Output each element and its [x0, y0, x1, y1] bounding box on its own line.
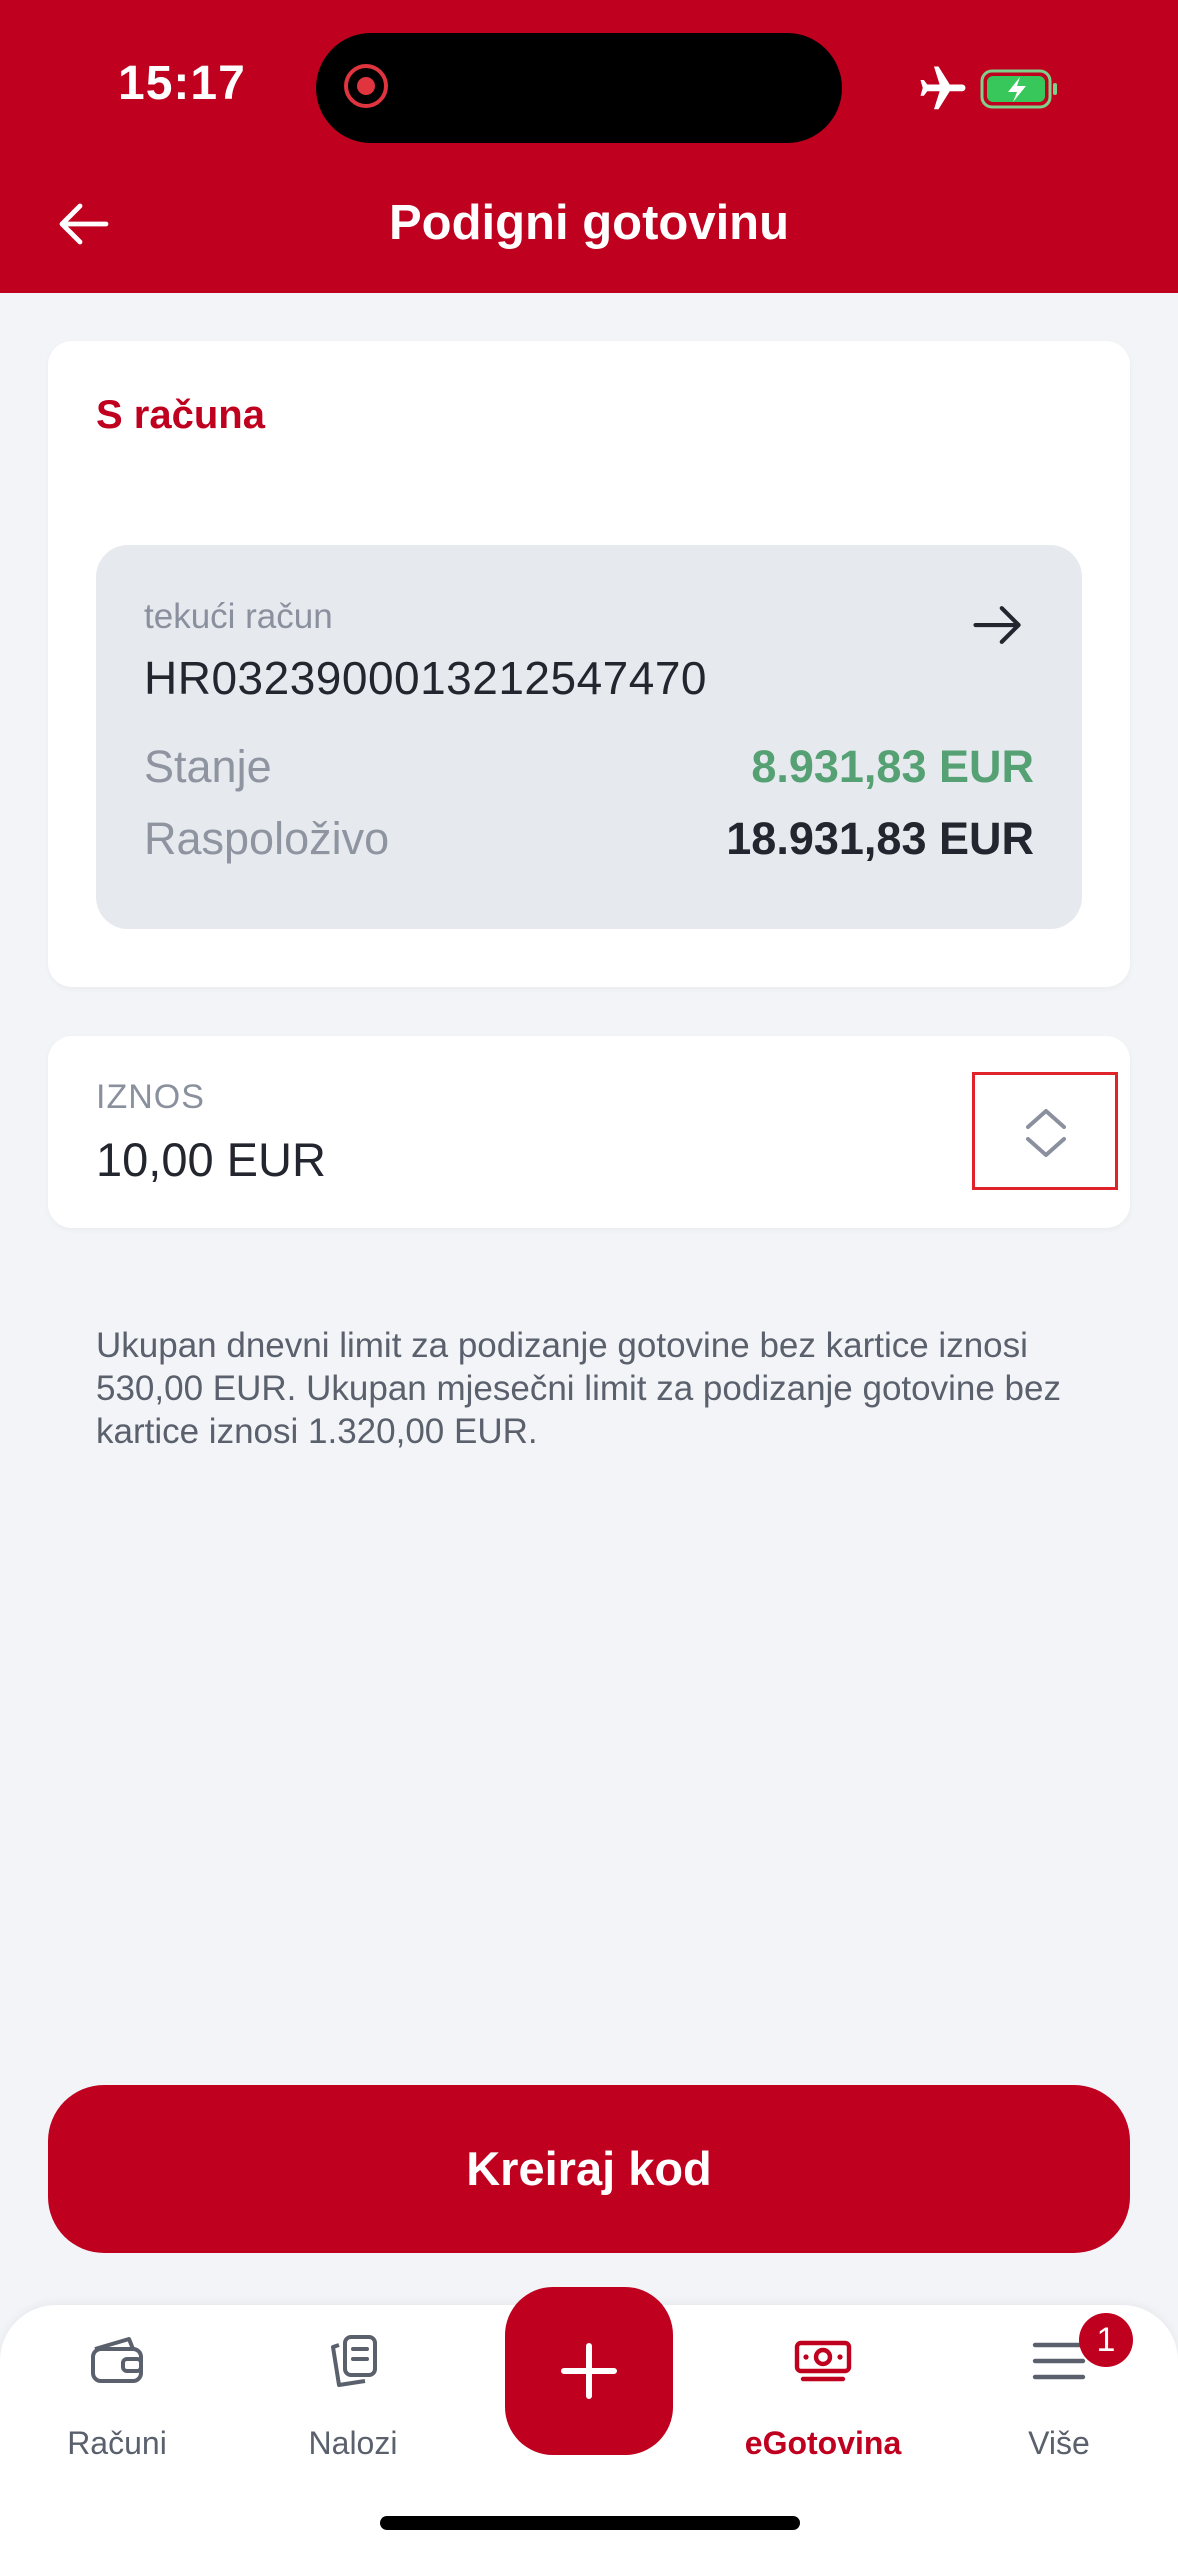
balance-label: Stanje — [144, 741, 272, 792]
tab-label: Nalozi — [308, 2425, 398, 2461]
screen-recording-icon — [344, 64, 388, 108]
create-code-button[interactable]: Kreiraj kod — [48, 2085, 1130, 2253]
amount-value[interactable]: 10,00 EUR — [96, 1132, 326, 1187]
account-selector[interactable]: tekući račun HR0323900013212547470 Stanj… — [96, 545, 1082, 929]
add-button[interactable] — [505, 2287, 673, 2455]
amount-card[interactable]: IZNOS 10,00 EUR — [48, 1036, 1130, 1228]
section-title: S računa — [96, 393, 265, 437]
page-title: Podigni gotovinu — [388, 196, 790, 250]
chevron-up-down-icon — [1026, 1109, 1066, 1157]
account-type: tekući račun — [144, 597, 333, 636]
plus-icon — [561, 2343, 617, 2399]
notification-badge: 1 — [1079, 2313, 1133, 2367]
airplane-mode-icon — [920, 66, 966, 110]
cash-icon — [794, 2340, 852, 2382]
tab-label: Više — [1028, 2425, 1090, 2461]
tab-label: eGotovina — [744, 2425, 902, 2461]
documents-icon — [331, 2335, 377, 2387]
tab-label: Računi — [67, 2425, 167, 2461]
available-label: Raspoloživo — [144, 813, 390, 864]
wallet-icon — [91, 2337, 143, 2383]
arrow-right-icon[interactable] — [968, 595, 1028, 655]
balance-value: 8.931,83 EUR — [751, 741, 1034, 792]
tab-nalozi[interactable]: Nalozi — [253, 2305, 453, 2505]
dynamic-island — [316, 33, 842, 143]
status-time: 15:17 — [118, 57, 246, 110]
battery-charging-icon — [980, 69, 1057, 109]
app-header: 15:17 Podigni gotovinu — [0, 0, 1178, 293]
tab-egotovina[interactable]: eGotovina — [723, 2305, 923, 2505]
home-indicator — [380, 2516, 800, 2530]
account-iban: HR0323900013212547470 — [144, 652, 708, 704]
amount-label: IZNOS — [96, 1078, 205, 1116]
tab-racuni[interactable]: Računi — [17, 2305, 217, 2505]
available-value: 18.931,83 EUR — [726, 813, 1034, 864]
account-card: S računa tekući račun HR0323900013212547… — [48, 341, 1130, 987]
amount-picker-button[interactable] — [972, 1072, 1118, 1190]
limit-info-text: Ukupan dnevni limit za podizanje gotovin… — [96, 1326, 1061, 1451]
